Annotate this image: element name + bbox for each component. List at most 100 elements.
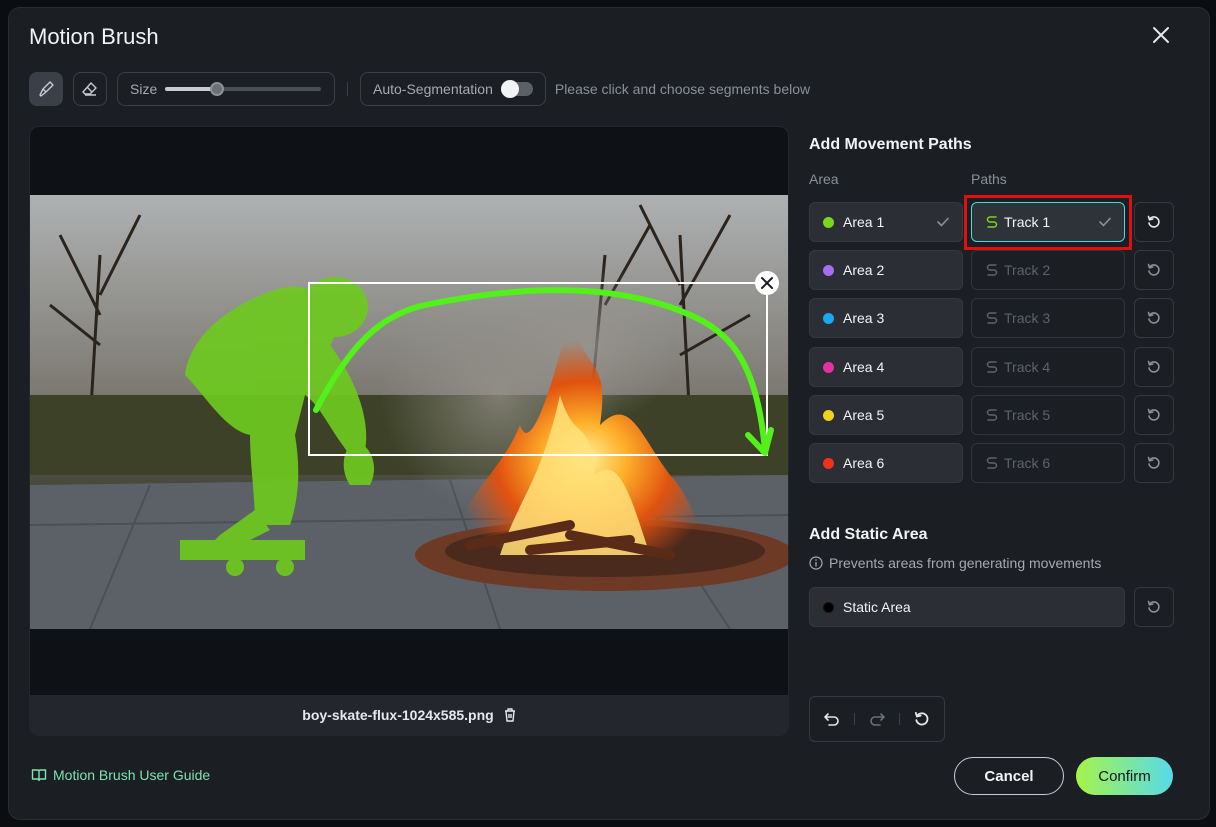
track-label: Track 6 bbox=[1004, 455, 1051, 471]
history-separator bbox=[853, 713, 855, 725]
path-icon bbox=[986, 409, 998, 421]
area-color-dot bbox=[823, 457, 834, 469]
undo-icon[interactable] bbox=[823, 710, 841, 728]
area-color-dot bbox=[823, 216, 834, 228]
size-slider-knob[interactable] bbox=[209, 82, 224, 96]
row-reset-button[interactable] bbox=[1134, 250, 1174, 290]
area-color-dot bbox=[823, 361, 834, 373]
file-info-bar: boy-skate-flux-1024x585.png bbox=[30, 695, 788, 735]
history-separator bbox=[899, 713, 901, 725]
static-area-reset-button[interactable] bbox=[1134, 587, 1174, 627]
reset-icon bbox=[1147, 408, 1160, 421]
path-icon bbox=[986, 264, 998, 276]
auto-segmentation-control: Auto-Segmentation bbox=[360, 72, 546, 106]
check-icon bbox=[937, 217, 949, 227]
movement-row: Area 5 Track 5 bbox=[809, 395, 1179, 435]
static-area-note: Prevents areas from generating movements bbox=[809, 555, 1101, 571]
area-column-label: Area bbox=[809, 171, 839, 187]
size-slider[interactable] bbox=[165, 82, 322, 96]
remove-track-button[interactable] bbox=[755, 271, 779, 295]
reset-icon bbox=[1147, 456, 1160, 469]
row-reset-button[interactable] bbox=[1134, 347, 1174, 387]
movement-row: Area 3 Track 3 bbox=[809, 298, 1179, 338]
track-label: Track 4 bbox=[1004, 359, 1051, 375]
track-label: Track 3 bbox=[1004, 310, 1051, 326]
static-area-button[interactable]: Static Area bbox=[809, 587, 1125, 627]
static-area-title: Add Static Area bbox=[809, 526, 928, 543]
brush-toolbar: Size Auto-Segmentation Please click and … bbox=[29, 72, 810, 106]
size-slider-fill bbox=[165, 87, 217, 91]
movement-paths-title: Add Movement Paths bbox=[809, 136, 972, 153]
auto-segmentation-toggle[interactable] bbox=[500, 80, 533, 98]
brush-tool-button[interactable] bbox=[29, 72, 63, 106]
static-area-dot bbox=[823, 601, 834, 613]
area-button[interactable]: Area 1 bbox=[809, 202, 963, 242]
info-icon bbox=[809, 556, 823, 570]
auto-segmentation-label: Auto-Segmentation bbox=[373, 81, 493, 97]
user-guide-link[interactable]: Motion Brush User Guide bbox=[31, 767, 210, 783]
area-label: Area 1 bbox=[843, 214, 885, 230]
track-label: Track 2 bbox=[1004, 262, 1051, 278]
reset-icon bbox=[1147, 263, 1160, 276]
brush-icon bbox=[39, 81, 54, 97]
row-reset-button[interactable] bbox=[1134, 395, 1174, 435]
row-reset-button[interactable] bbox=[1134, 202, 1174, 242]
cancel-button[interactable]: Cancel bbox=[954, 757, 1064, 795]
track-button[interactable]: Track 3 bbox=[971, 298, 1125, 338]
static-area-note-text: Prevents areas from generating movements bbox=[829, 555, 1102, 571]
close-icon[interactable] bbox=[1150, 24, 1172, 46]
area-label: Area 2 bbox=[843, 262, 885, 278]
history-controls bbox=[809, 696, 945, 742]
track-label: Track 5 bbox=[1004, 407, 1051, 423]
trash-icon[interactable] bbox=[502, 707, 518, 723]
reset-icon bbox=[1147, 215, 1160, 228]
eraser-icon bbox=[82, 82, 97, 96]
movement-row: Area 6 Track 6 bbox=[809, 443, 1179, 483]
row-reset-button[interactable] bbox=[1134, 298, 1174, 338]
paths-column-label: Paths bbox=[971, 171, 1007, 187]
area-color-dot bbox=[823, 264, 834, 276]
toolbar-divider bbox=[347, 82, 348, 96]
area-button[interactable]: Area 6 bbox=[809, 443, 963, 483]
movement-row: Area 2 Track 2 bbox=[809, 250, 1179, 290]
image-canvas[interactable]: boy-skate-flux-1024x585.png bbox=[29, 126, 789, 736]
path-icon bbox=[986, 457, 998, 469]
redo-icon[interactable] bbox=[868, 710, 886, 728]
segment-hint: Please click and choose segments below bbox=[554, 81, 811, 97]
area-button[interactable]: Area 2 bbox=[809, 250, 963, 290]
path-icon bbox=[986, 361, 998, 373]
area-label: Area 4 bbox=[843, 359, 885, 375]
scene-image[interactable] bbox=[30, 195, 789, 629]
active-track-highlight bbox=[964, 195, 1132, 250]
area-color-dot bbox=[823, 312, 834, 324]
movement-row: Area 1 Track 1 bbox=[809, 195, 1179, 250]
track-button[interactable]: Track 5 bbox=[971, 395, 1125, 435]
reset-icon bbox=[1147, 311, 1160, 324]
size-label: Size bbox=[130, 81, 158, 97]
track-button[interactable]: Track 4 bbox=[971, 347, 1125, 387]
confirm-button[interactable]: Confirm bbox=[1076, 757, 1173, 795]
row-reset-button[interactable] bbox=[1134, 443, 1174, 483]
area-label: Area 3 bbox=[843, 310, 885, 326]
dialog-title: Motion Brush bbox=[29, 24, 159, 49]
static-area-label: Static Area bbox=[843, 599, 911, 615]
eraser-tool-button[interactable] bbox=[73, 72, 107, 106]
static-area-row: Static Area bbox=[809, 587, 1179, 627]
user-guide-label: Motion Brush User Guide bbox=[53, 767, 211, 783]
area-button[interactable]: Area 4 bbox=[809, 347, 963, 387]
track-button[interactable]: Track 6 bbox=[971, 443, 1125, 483]
track-button[interactable]: Track 2 bbox=[971, 250, 1125, 290]
reset-icon bbox=[1147, 360, 1160, 373]
area-button[interactable]: Area 3 bbox=[809, 298, 963, 338]
book-icon bbox=[31, 769, 47, 782]
reset-icon bbox=[1147, 600, 1160, 613]
movement-row: Area 4 Track 4 bbox=[809, 347, 1179, 387]
area-label: Area 6 bbox=[843, 455, 885, 471]
path-icon bbox=[986, 312, 998, 324]
brush-size-control: Size bbox=[117, 72, 335, 106]
area-label: Area 5 bbox=[843, 407, 885, 423]
reset-all-icon[interactable] bbox=[913, 710, 931, 728]
file-name: boy-skate-flux-1024x585.png bbox=[302, 707, 494, 723]
area-color-dot bbox=[823, 409, 834, 421]
area-button[interactable]: Area 5 bbox=[809, 395, 963, 435]
